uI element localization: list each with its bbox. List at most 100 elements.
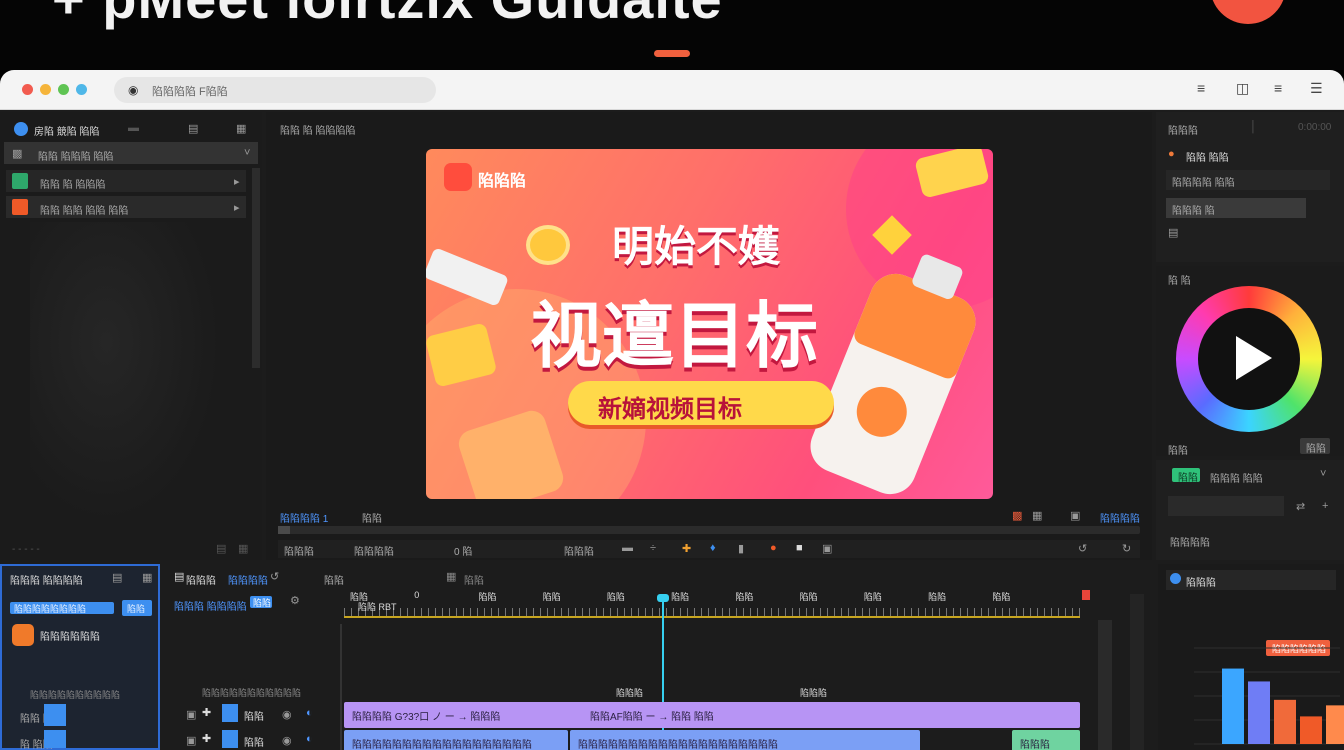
color-apply-button[interactable]: 陷陷 [1300,438,1330,455]
undo-icon[interactable]: ↺ [1078,542,1087,555]
lock-track-icon[interactable]: ▣ [186,734,196,747]
address-bar[interactable]: ◉ 陷陷陷陷 F陷陷 [114,77,436,103]
visibility-track-icon[interactable]: ◐ [306,707,313,719]
comment-icon[interactable]: ▬ [622,542,633,554]
track-thumb[interactable] [222,730,238,748]
aspect-ratio-label[interactable]: 陷陷陷陷 [1100,510,1140,525]
copy-icon[interactable]: ▤ [112,571,122,584]
play-icon[interactable] [1236,336,1272,380]
chevron-down-icon[interactable]: ˅ [244,147,250,159]
snapshot-icon[interactable]: ▣ [1070,509,1080,522]
project-row-thumb[interactable] [44,730,66,748]
redo-icon[interactable]: ↻ [1122,542,1131,555]
split-view-icon[interactable]: ◫ [1236,80,1249,97]
media-item[interactable]: 陷陷 陷 陷陷陷 ▸ [6,170,246,192]
audio-panel: 陷陷 陷陷陷 陷陷 ˅ ⇄ + 陷陷陷陷 [1156,460,1344,560]
timeline-scrollbar[interactable] [1130,594,1144,750]
tool-label[interactable]: 陷陷陷 [564,543,594,558]
media-search-icon[interactable]: ▬ [128,122,139,134]
ruler-tick-label: 陷陷 [606,592,625,602]
volume-icon[interactable]: ▮ [738,542,744,555]
project-secondary-button[interactable]: 陷陷 [122,600,152,616]
media-item[interactable]: 陷陷 陷陷 陷陷 陷陷 ▸ [6,196,246,218]
chevron-down-icon[interactable]: ˅ [1320,468,1326,480]
audio-tag[interactable]: 陷陷 [1172,468,1200,484]
ruler-tick-label: 0 [414,590,420,600]
track-divider [340,624,342,750]
grid-toggle-icon[interactable]: ▦ [1032,509,1042,522]
sliders-icon[interactable]: ≡ [1197,80,1205,96]
visibility-track-icon[interactable]: ◐ [306,733,313,745]
maximize-window-icon[interactable] [58,84,69,95]
stats-bar-chart [1194,647,1344,745]
stop-icon[interactable]: ■ [796,542,803,554]
close-window-icon[interactable] [22,84,33,95]
chevron-left-icon[interactable]: ↺ [270,570,279,583]
minimize-window-icon[interactable] [40,84,51,95]
zoom-icon[interactable]: ▦ [446,570,456,583]
tab-timeline[interactable]: 陷陷陷 [186,572,216,587]
project-section-label: 陷陷陷陷陷陷陷陷陷陷 [30,690,121,700]
tab-edit[interactable]: 陷陷陷陷 [228,572,268,587]
color-wheel[interactable] [1176,286,1322,432]
track-name: 陷陷 [244,712,264,723]
menu-icon[interactable]: ☰ [1310,80,1323,97]
split-track-icon[interactable]: ✚ [202,732,211,745]
site-info-icon[interactable]: ◉ [128,83,138,97]
tool-label[interactable]: 陷陷陷陷 [354,543,394,558]
safe-zone-icon[interactable]: ▩ [1012,509,1022,522]
color-panel-label: 陷 陷 [1168,276,1191,287]
shield-icon[interactable]: ♦ [710,542,716,554]
video-preview[interactable]: 陷陷陷 明始不嬳 视邅目标 新嫡视频目标 [426,149,993,499]
split-track-icon[interactable]: ✚ [202,706,211,719]
preview-subtitle-pill: 新嫡视频目标 [568,381,834,425]
zoom-label: 陷陷 [464,576,484,587]
mute-track-icon[interactable]: ◉ [282,734,292,747]
effect-icon[interactable]: ● [770,542,777,554]
track-thumb[interactable] [222,704,238,722]
chevron-right-icon[interactable]: ▸ [234,175,240,188]
settings-icon[interactable]: ≡ [1274,80,1282,96]
viewer-scrubber[interactable] [278,526,1140,534]
timeline-controls[interactable]: 陷陷陷 陷陷陷陷 [174,598,247,613]
audio-footer: 陷陷陷陷 [1170,538,1210,549]
tool-label[interactable]: 陷陷陷 [284,543,314,558]
inspector-field[interactable]: 陷陷陷陷 陷陷 [1166,170,1330,190]
project-row-thumb[interactable] [44,704,66,726]
split-icon[interactable]: ÷ [650,542,656,554]
folder-icon[interactable]: ▤ [188,122,198,135]
viewer-panel: 陷陷 陷 陷陷陷陷 陷陷陷 明始不嬳 视邅目标 新嫡视频目标 陷陷陷陷 1 陷陷… [266,112,1152,560]
settings-icon[interactable]: ⚙ [290,594,300,607]
crop-icon[interactable]: ✚ [682,542,691,555]
tool-label[interactable]: 0 陷 [454,543,472,558]
add-icon[interactable]: + [1322,500,1328,512]
media-footer: - - - - - [12,544,40,555]
fullscreen-icon[interactable]: ▣ [822,542,832,555]
mute-track-icon[interactable]: ◉ [282,708,292,721]
timeline-clip[interactable]: 陷陷陷陷 G?3?口 ノ ー → 陷陷陷 陷陷AF陷陷 ー → 陷陷 陷陷 [344,702,1080,728]
timeline-clip[interactable]: 陷陷陷陷陷陷陷陷陷陷陷陷陷陷陷陷陷陷 [344,730,568,750]
media-scrollbar[interactable] [252,168,260,368]
tab-effects[interactable]: 陷陷 [324,572,344,587]
timeline-ruler[interactable]: 陷陷 0 陷陷 陷陷 陷陷 陷陷 陷陷 陷陷 陷陷 陷陷 陷陷 陷陷 RBT [344,590,1080,618]
timeline-clip[interactable]: 陷陷陷 [1012,730,1080,750]
grid-view-icon[interactable]: ▦ [238,542,248,555]
timeline-mode-button[interactable]: 陷陷 [250,596,272,608]
project-action-button[interactable]: 陷陷陷陷陷陷陷陷 [10,602,114,614]
timeline-clip[interactable]: 陷陷陷陷陷陷陷陷陷陷陷陷陷陷陷陷陷陷陷陷 [570,730,920,750]
scale-icon[interactable]: ▦ [142,571,152,584]
list-view-icon[interactable]: ▤ [216,542,226,555]
media-folder-row[interactable]: ▩ 陷陷 陷陷陷 陷陷 ˅ [4,142,258,164]
grid-icon[interactable]: ▦ [236,122,246,135]
timeline-panel: ▤ 陷陷陷 陷陷陷陷 ↺ 陷陷 ▦ 陷陷 陷陷陷 陷陷陷陷 陷陷 ⚙ 陷陷 0 陷陷… [164,564,1154,750]
browser-window: ◉ 陷陷陷陷 F陷陷 ≡ ◫ ≡ ☰ 房陷 競陷 陷陷 ▬ ▤ ▦ ▩ 陷陷 陷… [0,70,1344,750]
pin-icon[interactable]: │ [1250,121,1257,133]
inspector-field[interactable]: 陷陷陷 陷 [1166,198,1306,218]
audio-field[interactable] [1168,496,1284,516]
viewer-timecode: 陷陷陷陷 1 [280,514,329,525]
copy-icon[interactable]: ▤ [1168,226,1178,239]
chevron-right-icon[interactable]: ▸ [234,201,240,214]
lock-track-icon[interactable]: ▣ [186,708,196,721]
extension-icon[interactable] [76,84,87,95]
swap-icon[interactable]: ⇄ [1296,500,1305,513]
